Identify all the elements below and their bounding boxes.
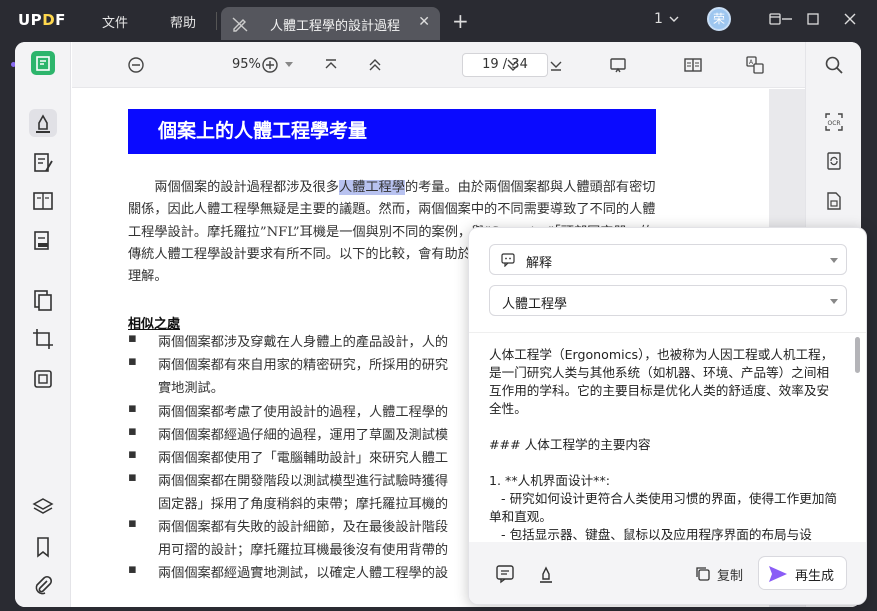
- tab-title: 人體工程學的設計過程: [270, 19, 401, 34]
- reader-mode-icon[interactable]: [31, 51, 55, 75]
- window-close-icon[interactable]: [843, 12, 857, 26]
- chat-mode-icon[interactable]: [495, 564, 515, 584]
- minimize-icon[interactable]: [780, 12, 794, 26]
- prev-page-icon[interactable]: [366, 56, 384, 74]
- selected-text-highlight[interactable]: 人體工程學: [339, 180, 405, 195]
- ocr-icon[interactable]: OCR: [824, 112, 844, 132]
- zoom-level[interactable]: 95%: [232, 57, 261, 72]
- ai-mode-select[interactable]: 解释: [489, 244, 847, 275]
- page-heading: 個案上的人體工程學考量: [128, 109, 656, 154]
- first-page-icon[interactable]: [322, 56, 340, 74]
- ai-response-area[interactable]: 人体工程学（Ergonomics），也被称为人因工程或人机工程，是一门研究人类与…: [469, 332, 866, 542]
- page-layout-icon[interactable]: [31, 189, 55, 213]
- paragraph-text: 兩個個案的設計過程都涉及很多: [154, 180, 339, 195]
- chevron-down-icon: [830, 258, 838, 263]
- layers-icon[interactable]: [31, 495, 55, 519]
- convert-icon[interactable]: [31, 367, 55, 391]
- regenerate-label: 再生成: [795, 569, 835, 584]
- window-count: 1: [654, 11, 663, 27]
- chat-icon: [501, 253, 515, 267]
- chevron-down-icon[interactable]: [668, 13, 680, 25]
- edit-text-icon[interactable]: [31, 151, 55, 175]
- search-icon[interactable]: [824, 55, 844, 75]
- svg-text:A: A: [749, 59, 754, 66]
- app-logo: UPDF: [18, 11, 66, 29]
- form-icon[interactable]: [31, 229, 55, 253]
- bookmark-icon[interactable]: [31, 535, 55, 559]
- ai-assistant-panel: 解释 人體工程學 人体工程学（Ergonomics），也被称为人因工程或人机工程…: [468, 227, 867, 605]
- zoom-in-icon[interactable]: [261, 56, 279, 74]
- highlighter-icon[interactable]: [31, 111, 55, 135]
- close-icon[interactable]: ✕: [418, 14, 430, 30]
- regenerate-button[interactable]: 再生成: [758, 556, 847, 590]
- translate-icon[interactable]: A: [746, 56, 764, 74]
- menu-help[interactable]: 帮助: [170, 12, 196, 31]
- last-page-icon[interactable]: [547, 56, 565, 74]
- svg-text:OCR: OCR: [828, 120, 841, 127]
- divider: [216, 12, 217, 30]
- crop-icon[interactable]: [31, 327, 55, 351]
- menu-file[interactable]: 文件: [102, 12, 128, 31]
- avatar[interactable]: 荣: [707, 7, 731, 31]
- page-view-icon[interactable]: [684, 56, 702, 74]
- document-tab[interactable]: 人體工程學的設計過程 ✕: [221, 7, 440, 40]
- zoom-dropdown-caret[interactable]: [285, 62, 293, 67]
- presentation-icon[interactable]: [609, 56, 627, 74]
- section-title: 相似之處: [128, 317, 181, 332]
- ai-footer: 复制 再生成: [469, 542, 866, 604]
- next-page-icon[interactable]: [504, 56, 522, 74]
- highlighter-icon[interactable]: [536, 564, 556, 584]
- new-tab-icon[interactable]: +: [452, 9, 469, 33]
- zoom-out-icon[interactable]: [127, 56, 145, 74]
- attachment-icon[interactable]: [31, 574, 55, 598]
- maximize-icon[interactable]: [806, 12, 820, 26]
- chevron-down-icon: [830, 299, 838, 304]
- convert-page-icon[interactable]: [824, 151, 844, 171]
- ai-query-value: 人體工程學: [502, 297, 568, 312]
- ai-mode-value: 解释: [526, 256, 553, 271]
- copy-label: 复制: [717, 569, 744, 584]
- top-toolbar: 95% 19 / 34 A: [72, 42, 805, 88]
- ai-response-text: 人体工程学（Ergonomics），也被称为人因工程或人机工程，是一门研究人类与…: [489, 347, 838, 542]
- send-icon: [769, 566, 787, 582]
- copy-icon: [696, 567, 710, 581]
- ai-query-field[interactable]: 人體工程學: [489, 285, 847, 316]
- organize-pages-icon[interactable]: [31, 288, 55, 312]
- left-toolbar: [15, 42, 71, 607]
- edit-off-icon: [232, 17, 248, 32]
- scrollbar-thumb[interactable]: [855, 337, 860, 373]
- protect-icon[interactable]: [824, 191, 844, 211]
- title-bar: UPDF 文件 帮助 人體工程學的設計過程 ✕ + 1 荣: [0, 0, 877, 42]
